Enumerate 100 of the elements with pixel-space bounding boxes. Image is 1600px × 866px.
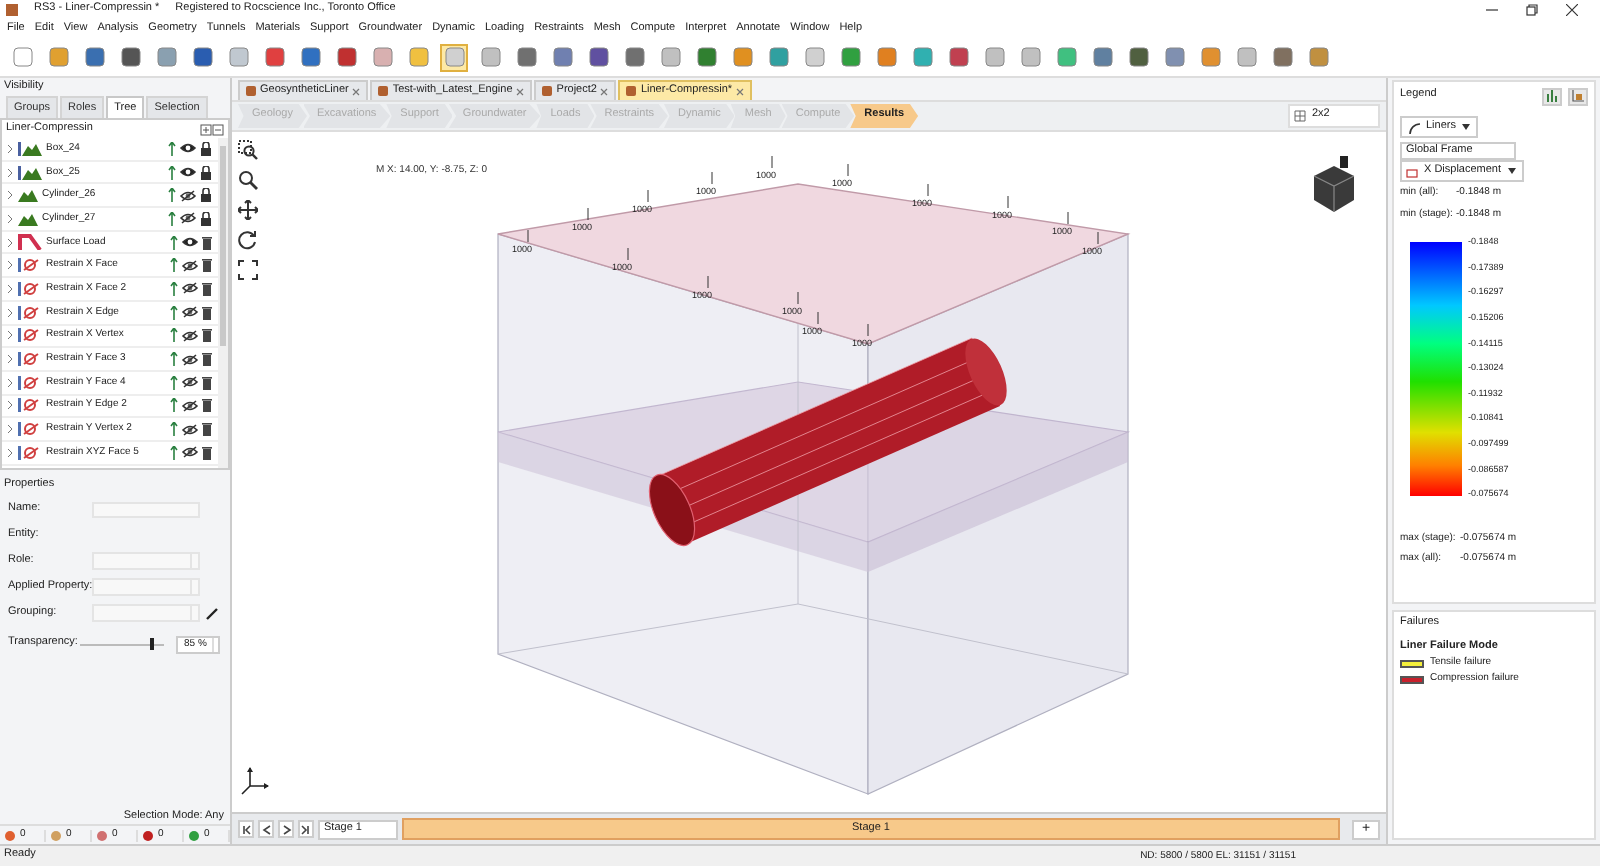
pin-icon[interactable] — [170, 422, 178, 437]
toolbar-button[interactable] — [620, 43, 648, 71]
crossed-eye-icon[interactable] — [182, 423, 198, 436]
trash-icon[interactable] — [202, 375, 212, 390]
lock-icon[interactable] — [200, 165, 212, 180]
fit-icon[interactable] — [238, 260, 258, 280]
crossed-eye-icon[interactable] — [182, 353, 198, 366]
crossed-eye-icon[interactable] — [182, 259, 198, 272]
arrow-icon — [240, 823, 252, 835]
view-cube-icon[interactable] — [1310, 156, 1358, 216]
toolbar-button[interactable] — [512, 43, 540, 71]
crossed-eye-icon[interactable] — [182, 446, 198, 459]
stage-nav-button[interactable] — [258, 820, 274, 838]
pin-icon[interactable] — [168, 188, 176, 203]
pin-icon[interactable] — [170, 445, 178, 460]
eye-icon[interactable] — [182, 236, 198, 249]
pin-icon[interactable] — [168, 165, 176, 180]
toolbar-button[interactable] — [1268, 43, 1296, 71]
lock-icon[interactable] — [200, 141, 212, 156]
tool-icon — [947, 46, 969, 68]
toolbar-button[interactable] — [1124, 43, 1152, 71]
restore-icon[interactable] — [1526, 4, 1538, 16]
stage-nav-button[interactable] — [238, 820, 254, 838]
toolbar-button[interactable] — [1088, 43, 1116, 71]
crossed-eye-icon[interactable] — [182, 306, 198, 319]
toolbar-button[interactable] — [1304, 43, 1332, 71]
slider-track[interactable] — [80, 638, 164, 650]
slider-thumb[interactable] — [149, 638, 154, 650]
toolbar-button[interactable] — [80, 43, 108, 71]
toolbar-button[interactable] — [548, 43, 576, 71]
scrollbar[interactable] — [218, 138, 228, 468]
eye-icon[interactable] — [180, 166, 196, 179]
trash-icon[interactable] — [202, 398, 212, 413]
rotate-icon[interactable] — [238, 230, 258, 250]
pin-icon[interactable] — [170, 328, 178, 343]
minimize-icon[interactable] — [1486, 4, 1498, 16]
pin-icon[interactable] — [170, 398, 178, 413]
trash-icon[interactable] — [202, 235, 212, 250]
crossed-eye-icon[interactable] — [180, 212, 196, 225]
pin-icon[interactable] — [170, 305, 178, 320]
zoom-region-icon[interactable] — [238, 140, 258, 160]
trash-icon[interactable] — [202, 305, 212, 320]
toolbar-button[interactable] — [260, 43, 288, 71]
legend-settings-button[interactable] — [1542, 87, 1562, 105]
toolbar-button[interactable] — [944, 43, 972, 71]
toolbar-button[interactable] — [764, 43, 792, 71]
toolbar-button[interactable] — [332, 43, 360, 71]
toolbar-button[interactable] — [728, 43, 756, 71]
zoom-icon[interactable] — [238, 170, 258, 190]
pan-icon[interactable] — [238, 200, 258, 220]
tool-icon — [443, 46, 465, 68]
chart-button[interactable] — [1568, 87, 1588, 105]
toolbar-button[interactable] — [116, 43, 144, 71]
crossed-eye-icon[interactable] — [182, 399, 198, 412]
toolbar-button[interactable] — [908, 43, 936, 71]
arrow-icon — [300, 823, 312, 835]
crossed-eye-icon[interactable] — [182, 376, 198, 389]
close-tab-icon[interactable] — [352, 87, 361, 95]
close-icon[interactable] — [1566, 4, 1578, 16]
pin-icon[interactable] — [170, 258, 178, 273]
lock-icon[interactable] — [200, 188, 212, 203]
mountain-icon — [18, 165, 42, 180]
document-icon — [246, 86, 256, 96]
tool-icon — [623, 46, 645, 68]
toolbar-button[interactable] — [188, 43, 216, 71]
toolbar-button[interactable] — [584, 43, 612, 71]
trash-icon[interactable] — [202, 352, 212, 367]
trash-icon[interactable] — [202, 281, 212, 296]
trash-icon[interactable] — [202, 258, 212, 273]
eye-icon[interactable] — [180, 142, 196, 155]
toolbar-button[interactable] — [872, 43, 900, 71]
crossed-eye-icon[interactable] — [182, 282, 198, 295]
toolbar-button[interactable] — [836, 43, 864, 71]
pin-icon[interactable] — [170, 352, 178, 367]
crossed-eye-icon[interactable] — [180, 189, 196, 202]
pin-icon[interactable] — [168, 141, 176, 156]
stage-nav-button[interactable] — [278, 820, 294, 838]
trash-icon[interactable] — [202, 422, 212, 437]
lock-icon[interactable] — [200, 211, 212, 226]
toolbar-button[interactable] — [152, 43, 180, 71]
crossed-eye-icon[interactable] — [182, 329, 198, 342]
trash-icon[interactable] — [202, 445, 212, 460]
pin-icon[interactable] — [170, 281, 178, 296]
tool-icon — [515, 46, 537, 68]
expand-all-icon[interactable] — [200, 123, 224, 135]
pin-icon[interactable] — [170, 235, 178, 250]
pin-icon[interactable] — [170, 375, 178, 390]
stage-nav-button[interactable] — [298, 820, 314, 838]
arc-icon — [1408, 121, 1420, 133]
close-tab-icon[interactable] — [516, 87, 525, 95]
close-tab-icon[interactable] — [600, 87, 609, 95]
pin-icon[interactable] — [168, 211, 176, 226]
toolbar-button[interactable] — [692, 43, 720, 71]
toolbar-button[interactable] — [1196, 43, 1224, 71]
toolbar-button[interactable] — [1160, 43, 1188, 71]
toolbar-button[interactable] — [296, 43, 324, 71]
close-tab-icon[interactable] — [736, 87, 745, 95]
pencil-icon[interactable] — [206, 607, 218, 619]
trash-icon[interactable] — [202, 328, 212, 343]
counter-icon — [142, 829, 154, 841]
